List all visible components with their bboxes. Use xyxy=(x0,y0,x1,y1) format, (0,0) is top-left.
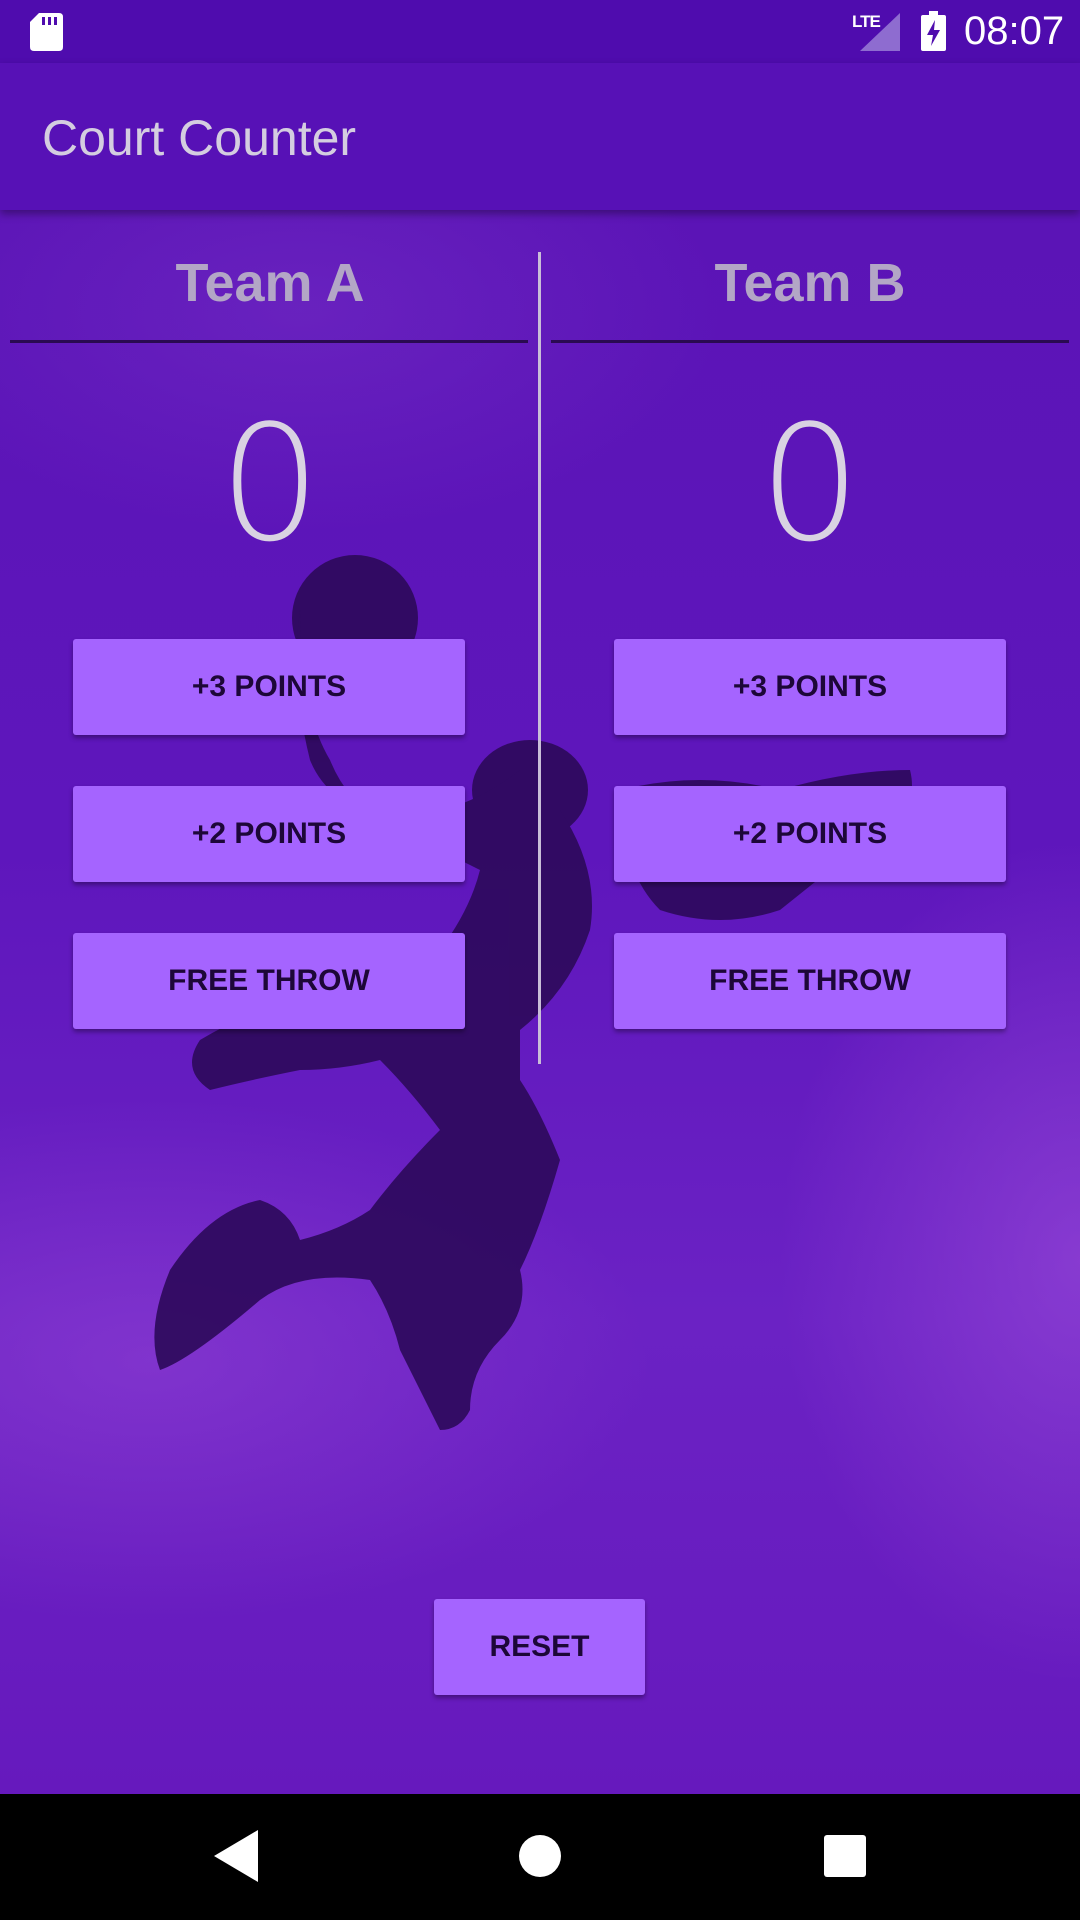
recents-icon[interactable] xyxy=(824,1835,866,1877)
scoreboard-content: Team A 0 +3 POINTS +2 POINTS FREE THROW … xyxy=(0,210,1080,1794)
team-a-underline xyxy=(10,340,528,343)
team-a-score: 0 xyxy=(219,390,321,577)
team-b-panel: Team B 0 +3 POINTS +2 POINTS FREE THROW xyxy=(540,210,1080,1110)
team-a-free-throw-button[interactable]: FREE THROW xyxy=(73,933,465,1029)
signal-icon xyxy=(860,13,900,51)
sd-card-icon xyxy=(30,13,63,51)
team-b-free-throw-button[interactable]: FREE THROW xyxy=(614,933,1006,1029)
back-icon[interactable] xyxy=(214,1830,258,1882)
team-b-plus-three-button[interactable]: +3 POINTS xyxy=(614,639,1006,735)
team-a-plus-three-button[interactable]: +3 POINTS xyxy=(73,639,465,735)
navigation-bar xyxy=(0,1794,1080,1920)
status-bar: LTE 08:07 xyxy=(0,0,1080,63)
team-b-score: 0 xyxy=(759,390,861,577)
team-b-underline xyxy=(551,340,1069,343)
team-a-plus-two-button[interactable]: +2 POINTS xyxy=(73,786,465,882)
team-a-name: Team A xyxy=(175,253,365,313)
team-a-panel: Team A 0 +3 POINTS +2 POINTS FREE THROW xyxy=(0,210,540,1110)
app-title: Court Counter xyxy=(42,110,357,166)
home-icon[interactable] xyxy=(518,1834,562,1878)
battery-charging-icon xyxy=(921,11,946,51)
reset-button[interactable]: RESET xyxy=(434,1599,645,1695)
team-b-plus-two-button[interactable]: +2 POINTS xyxy=(614,786,1006,882)
app-bar: Court Counter xyxy=(0,63,1080,210)
team-b-name: Team B xyxy=(714,253,906,313)
status-clock: 08:07 xyxy=(964,9,1065,53)
